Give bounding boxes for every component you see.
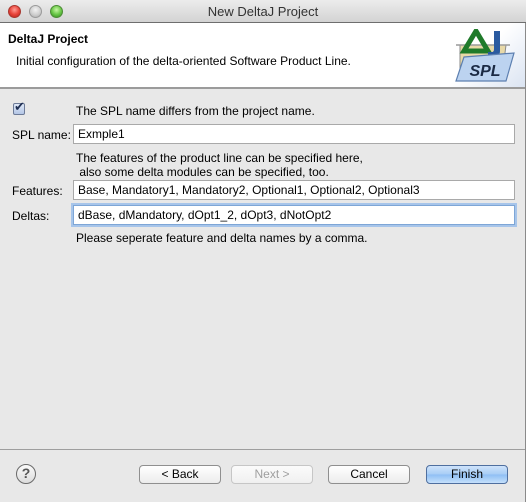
cancel-button[interactable]: Cancel [328,465,410,484]
features-input[interactable] [73,180,515,200]
title-bar: New DeltaJ Project [0,0,526,23]
spl-name-label: SPL name: [12,128,71,142]
dialog-window: New DeltaJ Project DeltaJ Project Initia… [0,0,526,502]
features-hint-line-1: The features of the product line can be … [76,151,363,165]
spl-name-differs-label: The SPL name differs from the project na… [76,104,315,118]
help-icon[interactable]: ? [16,464,36,484]
window-title: New DeltaJ Project [207,4,319,19]
spl-logo-text: SPL [469,63,500,80]
wizard-page-description: Initial configuration of the delta-orien… [16,54,351,68]
wizard-page-title: DeltaJ Project [8,32,89,46]
next-button[interactable]: Next > [231,465,313,484]
features-hint-line-2: also some delta modules can be specified… [76,165,329,179]
wizard-header: DeltaJ Project Initial configuration of … [0,23,525,89]
deltas-input[interactable] [73,205,515,225]
back-button[interactable]: < Back [139,465,221,484]
finish-button[interactable]: Finish [426,465,508,484]
features-label: Features: [12,184,63,198]
deltas-label: Deltas: [12,209,50,223]
footer-divider [0,449,525,450]
j-letter-icon [488,31,500,57]
spl-name-differs-checkbox[interactable] [13,99,25,115]
separator-hint: Please seperate feature and delta names … [76,231,368,245]
deltaj-spl-folder-icon: SPL [455,29,515,82]
spl-name-input[interactable] [73,124,515,144]
wizard-content: The SPL name differs from the project na… [0,91,525,445]
